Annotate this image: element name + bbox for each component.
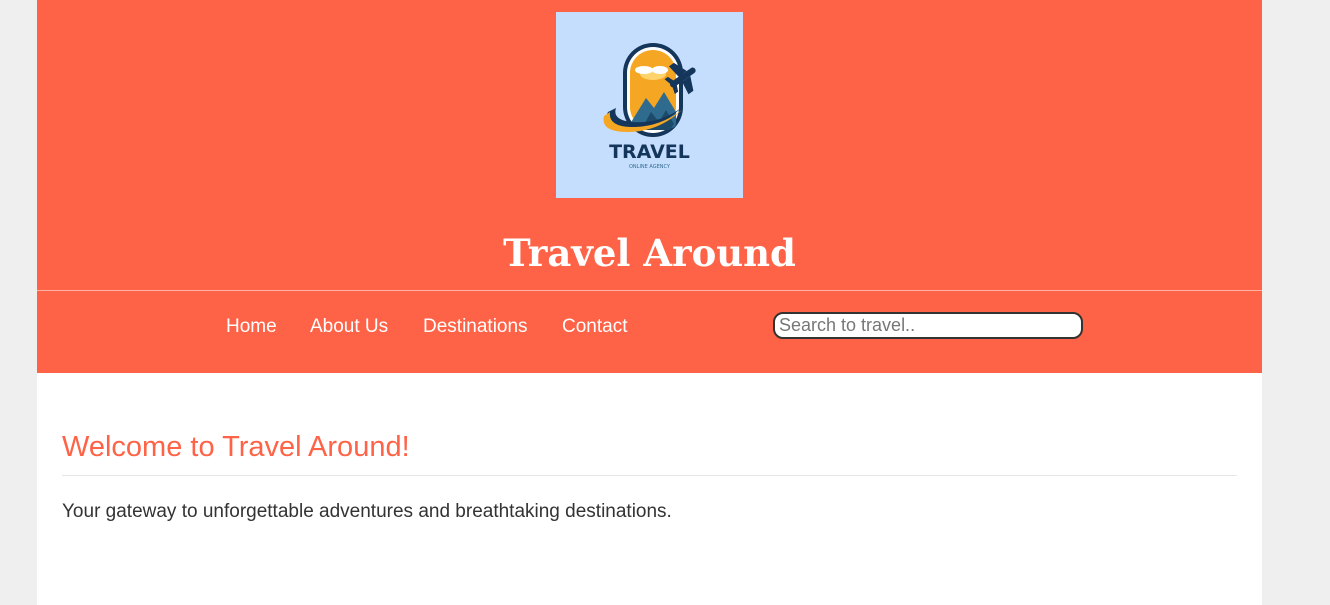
content-divider xyxy=(62,475,1237,476)
page-container: TRAVEL ONLINE AGENCY Travel Around Home … xyxy=(37,0,1262,605)
site-logo: TRAVEL ONLINE AGENCY xyxy=(556,12,743,198)
nav-link-destinations[interactable]: Destinations xyxy=(423,315,528,339)
site-header: TRAVEL ONLINE AGENCY Travel Around xyxy=(37,0,1262,290)
site-title: Travel Around xyxy=(503,231,796,275)
logo-wordmark: TRAVEL xyxy=(609,141,690,163)
travel-agency-logo-icon: TRAVEL ONLINE AGENCY xyxy=(603,43,696,170)
intro-text: Your gateway to unforgettable adventures… xyxy=(62,501,672,522)
nav-link-about-us[interactable]: About Us xyxy=(310,315,388,339)
nav-link-home[interactable]: Home xyxy=(226,315,277,339)
logo-tagline: ONLINE AGENCY xyxy=(629,164,671,170)
nav-link-contact[interactable]: Contact xyxy=(562,315,627,339)
search-input[interactable] xyxy=(773,312,1083,339)
welcome-heading: Welcome to Travel Around! xyxy=(62,431,410,463)
main-navigation: Home About Us Destinations Contact xyxy=(37,291,1262,373)
